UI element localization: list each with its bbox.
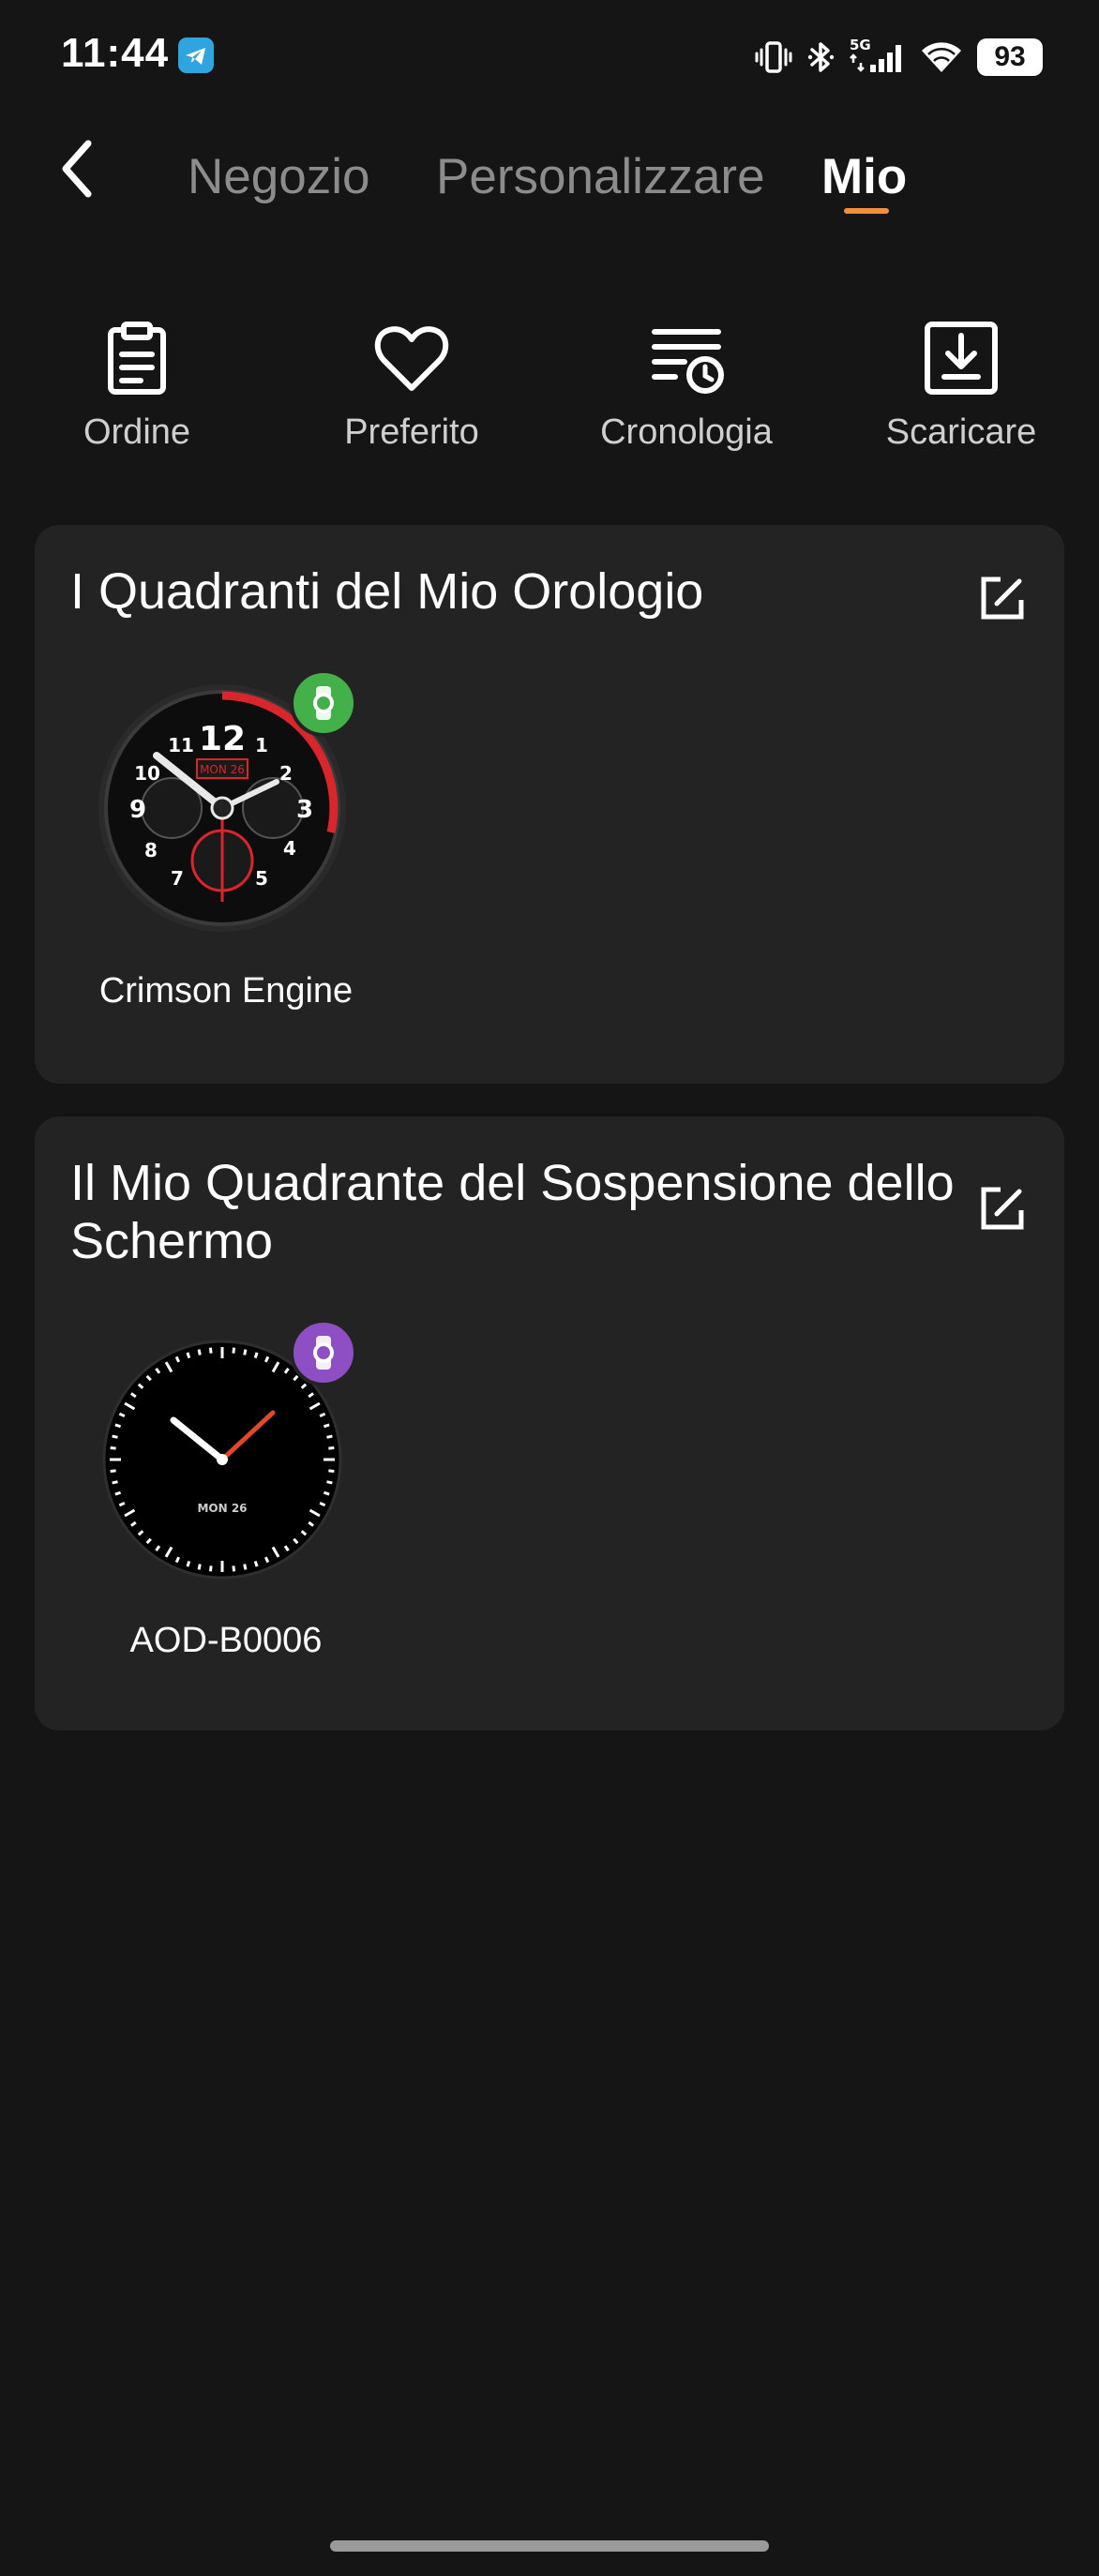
face-tick [232,1565,236,1572]
edit-icon [981,1187,1024,1230]
my-aod-faces-card: Il Mio Quadrante del Sospensione dello S… [35,1116,1064,1730]
heart-icon [374,326,449,391]
face-tick [243,1349,248,1355]
shortcut-cronologia[interactable]: Cronologia [574,319,799,459]
watch-icon [313,686,334,720]
face-numeral: 12 [199,720,246,758]
telegram-icon [178,37,214,73]
face-date: MON 26 [200,763,245,776]
active-tab-indicator [844,208,889,214]
face-tick [328,1469,335,1474]
section-title: Il Mio Quadrante del Sospensione dello S… [70,1155,955,1269]
face-tick [232,1347,236,1354]
face-tick [197,1349,202,1355]
face-numeral: 2 [279,762,293,785]
face-tick [110,1469,116,1474]
shortcut-ordine[interactable]: Ordine [24,319,249,459]
face-numeral: 5 [255,867,268,890]
face-numeral: 9 [129,796,146,824]
face-numeral: 4 [283,837,296,860]
watch-icon [313,1336,334,1370]
tab-mio[interactable]: Mio [821,148,907,205]
tab-personalizzare[interactable]: Personalizzare [436,148,765,205]
section-title: I Quadranti del Mio Orologio [70,563,704,620]
face-date: MON 26 [197,1502,247,1515]
edit-button[interactable] [976,1182,1029,1235]
wifi-icon [919,38,964,76]
face-tick [112,1480,118,1485]
watch-face-name: AOD-B0006 [129,1621,323,1660]
status-icons: 5G 93 [754,34,1043,81]
home-indicator[interactable] [330,2540,769,2552]
face-tick [208,1347,213,1354]
face-tick [114,1490,122,1496]
signal-5g-icon: 5G [848,37,906,78]
face-tick [328,1445,335,1450]
face-numeral: 8 [144,839,158,861]
clipboard-icon [108,322,166,395]
active-aod-badge [290,1319,357,1386]
face-tick [112,1434,118,1439]
face-numeral: 7 [171,867,184,890]
face-numeral: 10 [134,762,160,785]
status-bar: 11:44 5G 93 [0,0,1099,112]
network-label: 5G [850,37,871,53]
face-tick [243,1564,248,1570]
status-time: 11:44 [61,30,170,76]
edit-icon [981,577,1024,620]
back-button[interactable] [49,131,105,206]
face-tick [323,1423,330,1429]
face-tick [110,1445,116,1450]
vibrate-icon [754,38,793,76]
face-tick [253,1352,259,1359]
bluetooth-icon [806,38,835,76]
screen: 11:44 5G 93 Negozio Personalizzare Mio O… [0,0,1099,2576]
my-watch-faces-card: I Quadranti del Mio Orologio MON 26 12 1 [35,525,1064,1084]
shortcut-label: Preferito [344,412,479,452]
shortcut-label: Scaricare [885,412,1037,452]
shortcut-label: Cronologia [600,412,773,452]
face-tick [186,1560,191,1567]
face-tick [326,1434,333,1439]
face-numeral: 11 [168,734,194,756]
battery-indicator: 93 [977,38,1043,76]
shortcut-label: Ordine [83,412,191,452]
face-tick [208,1565,213,1572]
face-tick [253,1560,259,1567]
history-icon [652,329,724,394]
shortcut-scaricare[interactable]: Scaricare [849,319,1074,459]
face-tick [323,1490,330,1496]
edit-button[interactable] [976,572,1029,624]
tab-negozio[interactable]: Negozio [188,148,369,205]
chevron-left-icon [62,140,92,198]
face-tick [114,1423,122,1429]
face-numeral: 3 [296,796,313,824]
face-tick [186,1352,191,1359]
face-tick [326,1480,333,1485]
download-icon [925,322,998,395]
face-tick [197,1564,202,1570]
active-watch-badge [290,669,357,737]
face-numeral: 1 [255,734,268,756]
shortcut-preferito[interactable]: Preferito [299,319,524,459]
watch-face-name: Crimson Engine [98,971,354,1011]
